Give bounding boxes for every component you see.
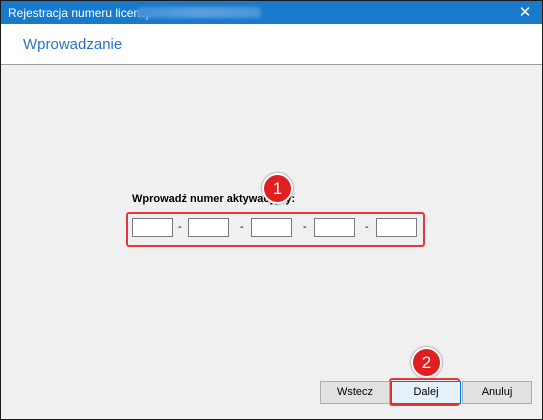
activation-key-field-4[interactable] — [314, 218, 355, 237]
key-separator: - — [178, 221, 182, 233]
next-button[interactable]: Dalej — [391, 381, 461, 404]
license-registration-window: Rejestracja numeru licencji ✕ Wprowadzan… — [0, 0, 543, 420]
activation-key-field-5[interactable] — [376, 218, 417, 237]
activation-key-field-3[interactable] — [251, 218, 292, 237]
page-title: Wprowadzanie — [23, 36, 123, 53]
wizard-header: Wprowadzanie — [1, 24, 542, 65]
activation-key-field-2[interactable] — [188, 218, 229, 237]
cancel-button[interactable]: Anuluj — [462, 381, 532, 404]
key-separator: - — [365, 221, 369, 233]
window-title: Rejestracja numeru licencji — [8, 6, 152, 20]
close-icon[interactable]: ✕ — [516, 4, 534, 22]
key-separator: - — [303, 221, 307, 233]
back-button[interactable]: Wstecz — [320, 381, 390, 404]
wizard-content: Wprowadź numer aktywacyjny: - - - - 1 — [1, 65, 542, 355]
callout-badge-2: 2 — [411, 347, 442, 378]
title-bar: Rejestracja numeru licencji ✕ — [1, 1, 542, 24]
callout-badge-1: 1 — [262, 173, 293, 204]
activation-key-field-1[interactable] — [132, 218, 173, 237]
blurred-title-suffix — [137, 7, 261, 18]
key-separator: - — [240, 221, 244, 233]
